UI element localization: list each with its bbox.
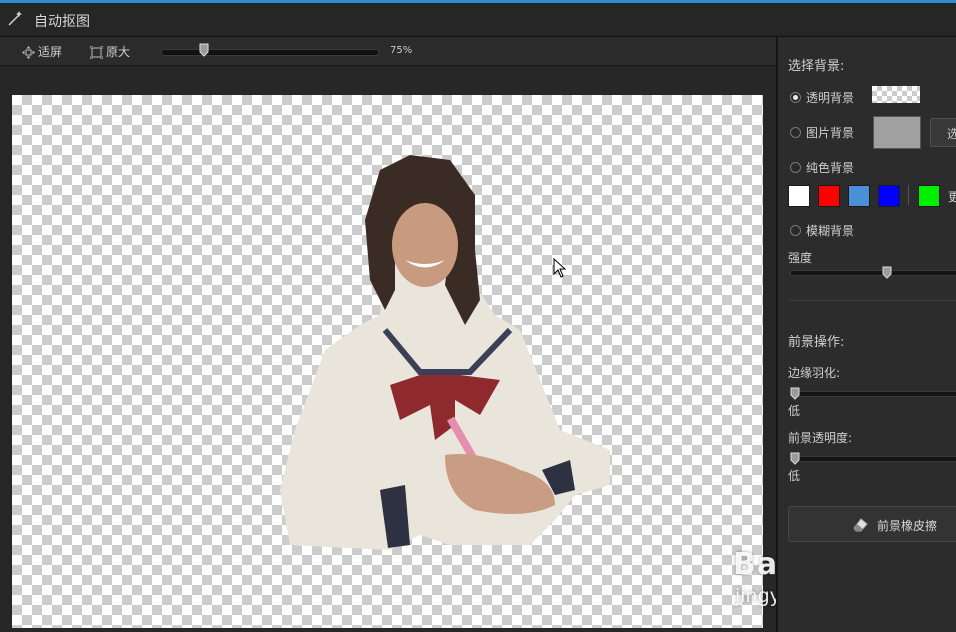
background-heading: 选择背景: [788,59,845,74]
feather-value: 低 [788,404,801,418]
cutout-subject-image [280,155,610,550]
window-title: 自动抠图 [34,14,90,30]
feather-label: 边缘羽化: [788,366,841,380]
more-colors-link[interactable]: 更 [948,188,956,205]
opacity-label: 前景透明度: [788,431,853,445]
opacity-value: 低 [788,469,801,483]
feather-slider-thumb[interactable] [790,387,800,400]
color-swatch-green[interactable] [918,185,940,207]
eraser-icon [853,518,868,532]
original-size-icon [89,45,104,60]
solid-bg-label[interactable]: 纯色背景 [806,159,854,176]
blur-bg-label[interactable]: 模糊背景 [806,222,854,239]
view-toolbar: 适屏 原大 [0,37,776,66]
color-swatch-blue[interactable] [878,185,900,207]
strength-slider[interactable] [790,270,956,276]
panel-divider [788,300,956,301]
zoom-slider-thumb[interactable] [199,43,209,57]
foreground-heading: 前景操作: [788,335,845,350]
transparent-bg-radio[interactable] [790,92,801,103]
strength-slider-thumb[interactable] [882,266,892,279]
zoom-slider[interactable] [161,49,379,56]
settings-panel: 选择背景: 透明背景 图片背景 选 纯色背景 更 模糊背景 强度 前景操作: 边… [776,37,956,632]
color-swatch-light-blue[interactable] [848,185,870,207]
blur-bg-radio[interactable] [790,225,801,236]
zoom-value: 75% [390,45,413,56]
transparent-bg-preview [872,86,920,103]
image-bg-label[interactable]: 图片背景 [806,124,854,141]
eraser-label: 前景橡皮擦 [877,519,938,533]
select-image-label: 选 [947,127,956,141]
original-size-label: 原大 [106,45,131,59]
solid-bg-radio[interactable] [790,162,801,173]
color-swatch-white[interactable] [788,185,810,207]
foreground-eraser-button[interactable]: 前景橡皮擦 [788,506,956,542]
swatch-divider [908,185,909,205]
select-image-button[interactable]: 选 [930,118,956,147]
title-bar: 自动抠图 [0,3,956,37]
image-bg-preview [873,116,921,149]
original-size-button[interactable]: 原大 [89,43,131,60]
feather-slider[interactable] [790,391,956,397]
strength-label: 强度 [788,251,813,265]
color-swatch-red[interactable] [818,185,840,207]
fit-screen-label: 适屏 [38,45,63,59]
opacity-slider[interactable] [790,456,956,462]
fit-screen-button[interactable]: 适屏 [22,43,62,60]
fit-screen-icon [22,46,35,59]
mouse-cursor [553,258,567,278]
opacity-slider-thumb[interactable] [790,452,800,465]
transparent-bg-label[interactable]: 透明背景 [806,89,854,106]
image-bg-radio[interactable] [790,127,801,138]
wand-icon [8,11,22,26]
